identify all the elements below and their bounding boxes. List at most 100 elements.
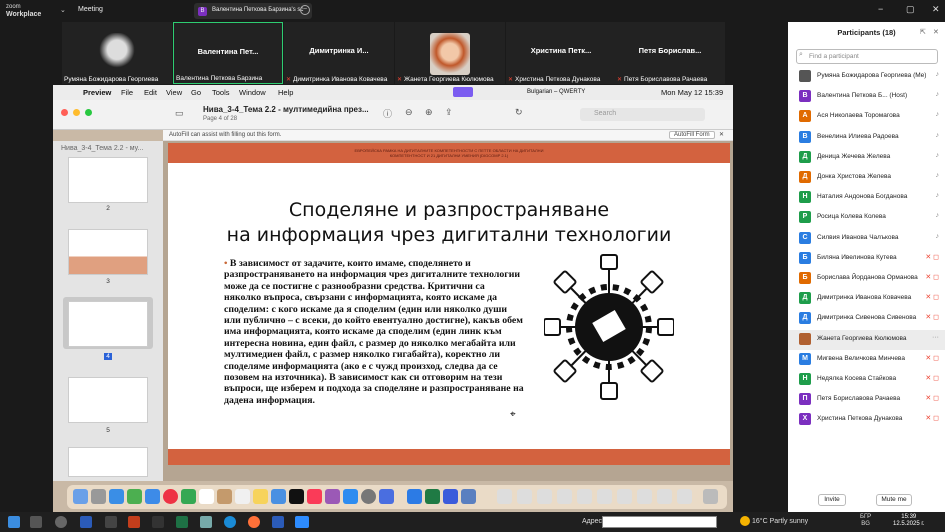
document-icon[interactable]: [577, 489, 592, 504]
document-icon[interactable]: [557, 489, 572, 504]
menu-item[interactable]: Edit: [144, 88, 157, 97]
page-thumbnail[interactable]: [68, 157, 148, 203]
participant-row[interactable]: Д Димитринка Сивенова Сивенова ✕ ◻: [788, 309, 945, 329]
maximize-icon[interactable]: ▢: [906, 4, 915, 15]
document-icon[interactable]: [537, 489, 552, 504]
participant-row[interactable]: Х Христина Петкова Дунакова ✕ ◻: [788, 410, 945, 430]
taskbar-edge-icon[interactable]: [224, 516, 236, 528]
video-tile[interactable]: Петя Борислав... ✕ Петя Бориславова Рачае…: [615, 22, 725, 84]
chevron-down-icon[interactable]: ⌄: [60, 6, 66, 14]
photos-icon[interactable]: [163, 489, 178, 504]
mic-icon[interactable]: ♪: [936, 212, 940, 219]
contacts-icon[interactable]: [217, 489, 232, 504]
taskbar-app-icon[interactable]: [200, 516, 212, 528]
invite-button[interactable]: Invite: [818, 494, 846, 506]
close-icon[interactable]: ✕: [719, 131, 724, 138]
mic-muted-icon[interactable]: ✕ ◻: [925, 394, 939, 402]
taskbar-app-icon[interactable]: [105, 516, 117, 528]
zoom-dot-icon[interactable]: [85, 109, 92, 116]
zoom-out-icon[interactable]: ⊖: [405, 107, 413, 118]
video-tile[interactable]: Христина Петк... ✕ Христина Петкова Дунак…: [506, 22, 616, 84]
participant-row[interactable]: Б Биляна Ивелинова Кутева ✕ ◻: [788, 249, 945, 269]
mic-icon[interactable]: ♪: [936, 111, 940, 118]
taskbar-clock[interactable]: 15:39 12.5.2025 г.: [893, 514, 924, 528]
calendar-icon[interactable]: [199, 489, 214, 504]
stop-share-icon[interactable]: −: [300, 5, 310, 15]
participant-row[interactable]: А Ася Николаева Торомагова ♪: [788, 107, 945, 127]
mic-icon[interactable]: ♪: [936, 192, 940, 199]
page-thumbnail[interactable]: [68, 229, 148, 275]
keyboard-layout[interactable]: Bulgarian – QWERTY: [527, 89, 585, 95]
document-icon[interactable]: [637, 489, 652, 504]
facetime-icon[interactable]: [181, 489, 196, 504]
podcasts-icon[interactable]: [325, 489, 340, 504]
search-input[interactable]: Search: [580, 108, 705, 121]
participant-row[interactable]: П Петя Бориславова Рачаева ✕ ◻: [788, 390, 945, 410]
preview-icon[interactable]: [461, 489, 476, 504]
page-thumbnail[interactable]: [68, 447, 148, 477]
participant-row[interactable]: М Мигвена Величкова Минчева ✕ ◻: [788, 350, 945, 370]
trash-icon[interactable]: [703, 489, 718, 504]
mic-muted-icon[interactable]: ✕ ◻: [925, 253, 939, 261]
word-icon[interactable]: [407, 489, 422, 504]
taskbar-app-icon[interactable]: [152, 516, 164, 528]
mic-icon[interactable]: ♪: [936, 152, 940, 159]
page-thumbnail[interactable]: [68, 377, 148, 423]
close-dot-icon[interactable]: [61, 109, 68, 116]
language-indicator[interactable]: БГР BG: [860, 514, 871, 528]
video-tile[interactable]: Румяна Божидарова Георгиева: [62, 22, 172, 84]
menu-item[interactable]: Window: [239, 88, 266, 97]
video-tile[interactable]: ✕ Жанета Георгиева Кюлюмова: [395, 22, 505, 84]
freeform-icon[interactable]: [271, 489, 286, 504]
mic-muted-icon[interactable]: ✕ ◻: [925, 273, 939, 281]
participant-row[interactable]: Д Деница Жечева Желева ♪: [788, 148, 945, 168]
address-input[interactable]: [602, 516, 717, 528]
rotate-icon[interactable]: ↻: [515, 107, 523, 118]
participant-row[interactable]: Б Борислава Йорданова Орманова ✕ ◻: [788, 269, 945, 289]
mail-icon[interactable]: [145, 489, 160, 504]
mic-muted-icon[interactable]: ✕ ◻: [925, 374, 939, 382]
page-thumbnail-selected[interactable]: [68, 301, 148, 347]
excel-icon[interactable]: [425, 489, 440, 504]
mute-me-button[interactable]: Mute me: [876, 494, 912, 506]
menu-item[interactable]: Go: [191, 88, 201, 97]
taskbar-zoom-icon[interactable]: [295, 516, 309, 528]
minimize-dot-icon[interactable]: [73, 109, 80, 116]
meeting-menu[interactable]: Meeting: [78, 6, 103, 13]
taskbar-powerpoint-icon[interactable]: [128, 516, 140, 528]
more-icon[interactable]: ···: [932, 334, 939, 341]
document-icon[interactable]: [497, 489, 512, 504]
mic-muted-icon[interactable]: ✕ ◻: [925, 414, 939, 422]
reminders-icon[interactable]: [235, 489, 250, 504]
participant-row[interactable]: В Валентина Петкова Б... (Host) ♪: [788, 87, 945, 107]
participant-row[interactable]: Румяна Божидарова Георгиева (Me) ♪: [788, 67, 945, 87]
menu-item[interactable]: Help: [278, 88, 293, 97]
mic-icon[interactable]: ♪: [936, 233, 940, 240]
app-store-icon[interactable]: [343, 489, 358, 504]
participant-row[interactable]: Р Росица Колева Колева ♪: [788, 208, 945, 228]
taskbar-word-icon[interactable]: [272, 516, 284, 528]
notes-icon[interactable]: [253, 489, 268, 504]
launchpad-icon[interactable]: [91, 489, 106, 504]
share-icon[interactable]: ⇪: [445, 107, 453, 118]
participant-row[interactable]: Жанета Георгиева Кюлюмова ···: [788, 329, 945, 350]
start-icon[interactable]: [8, 516, 20, 528]
participant-row[interactable]: В Венелина Илиева Радоева ♪: [788, 128, 945, 148]
minimize-icon[interactable]: −: [878, 4, 883, 14]
participant-row[interactable]: Н Недялка Косева Стайкова ✕ ◻: [788, 370, 945, 390]
close-icon[interactable]: ✕: [933, 28, 939, 36]
mic-icon[interactable]: ♪: [936, 172, 940, 179]
mic-icon[interactable]: ♪: [936, 91, 940, 98]
weather-text[interactable]: 16°C Partly sunny: [752, 518, 808, 525]
tv-icon[interactable]: [289, 489, 304, 504]
mic-icon[interactable]: ♪: [936, 132, 940, 139]
share-indicator[interactable]: В Валентина Петкова Барзина's sc: [194, 3, 312, 19]
menu-item[interactable]: Tools: [212, 88, 230, 97]
task-view-icon[interactable]: [30, 516, 42, 528]
participant-search-input[interactable]: Find a participant: [796, 49, 938, 64]
keynote-icon[interactable]: [379, 489, 394, 504]
document-icon[interactable]: [657, 489, 672, 504]
participant-row[interactable]: Д Димитринка Иванова Ковачева ✕ ◻: [788, 289, 945, 309]
taskbar-word-icon[interactable]: [80, 516, 92, 528]
document-icon[interactable]: [617, 489, 632, 504]
